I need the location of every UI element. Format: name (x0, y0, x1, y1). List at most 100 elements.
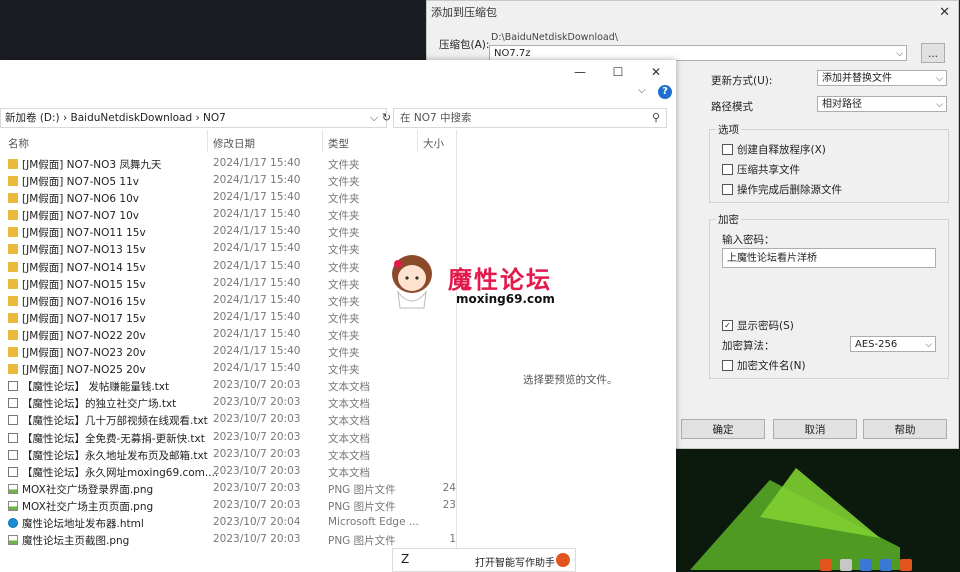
file-row[interactable]: [JM假面] NO7-NO25 20v 2024/1/17 15:40 文件夹 (0, 361, 456, 378)
encryption-method-label: 加密算法： (722, 340, 775, 352)
text-file-icon (8, 432, 18, 443)
ime-tray-icon[interactable] (820, 559, 832, 571)
encryption-group: 加密 输入密码： 上魔性论坛看片洋桥 ✓ 显示密码(S) 加密算法： AES-25… (709, 212, 949, 379)
file-row[interactable]: 魔性论坛地址发布器.html 2023/10/7 20:04 Microsoft E… (0, 515, 456, 532)
browse-button[interactable]: ... (921, 43, 945, 63)
file-name: [JM假面] NO7-NO14 15v (22, 261, 146, 274)
file-list: [JM假面] NO7-NO3 凤舞九天 2024/1/17 15:40 文件夹 [JM… (0, 156, 456, 549)
chevron-down-icon[interactable]: ⌵ (936, 71, 943, 87)
file-type: PNG 图片文件 (328, 500, 396, 513)
archive-name-combo[interactable]: NO7.7z ⌵ (489, 45, 907, 61)
refresh-icon[interactable]: ⌵ ↻ (370, 108, 391, 128)
file-row[interactable]: [JM假面] NO7-NO5 11v 2024/1/17 15:40 文件夹 (0, 173, 456, 190)
update-mode-select[interactable]: 添加并替换文件 ⌵ (817, 70, 947, 86)
file-type: 文件夹 (328, 193, 360, 206)
watermark: 魔性论坛 moxing69.com (386, 252, 558, 318)
update-mode-label: 更新方式(U): (711, 75, 773, 87)
file-row[interactable]: [JM假面] NO7-NO7 10v 2024/1/17 15:40 文件夹 (0, 207, 456, 224)
file-type: 文件夹 (328, 176, 360, 189)
column-header-type[interactable]: 类型 (328, 136, 349, 151)
column-divider[interactable] (322, 130, 323, 152)
tray-icon[interactable] (900, 559, 912, 571)
search-input[interactable]: 在 NO7 中搜索 ⚲ (393, 108, 667, 128)
close-icon[interactable]: ✕ (636, 60, 676, 84)
file-type: PNG 图片文件 (328, 535, 396, 548)
folder-icon (8, 329, 18, 340)
column-divider[interactable] (417, 130, 418, 152)
encryption-method-select[interactable]: AES-256 ⌵ (850, 336, 936, 352)
chevron-down-icon[interactable]: ⌵ (925, 337, 932, 353)
file-type: 文件夹 (328, 295, 360, 308)
file-type: 文件夹 (328, 159, 360, 171)
column-divider[interactable] (207, 130, 208, 152)
file-date: 2023/10/7 20:03 (213, 379, 301, 392)
file-row[interactable]: 【魔性论坛】全免费-无募捐-更新快.txt 2023/10/7 20:03 文本文档 (0, 430, 456, 447)
column-header-date[interactable]: 修改日期 (213, 136, 255, 151)
file-date: 2023/10/7 20:03 (213, 498, 301, 511)
checkbox-box[interactable] (722, 144, 733, 155)
file-date: 2023/10/7 20:03 (213, 464, 301, 477)
close-icon[interactable]: ✕ (939, 1, 950, 25)
checkbox-box[interactable]: ✓ (722, 320, 733, 331)
minimize-icon[interactable]: — (560, 60, 600, 84)
checkbox-box[interactable] (722, 360, 733, 371)
file-row[interactable]: [JM假面] NO7-NO11 15v 2024/1/17 15:40 文件夹 (0, 224, 456, 241)
file-row[interactable]: [JM假面] NO7-NO3 凤舞九天 2024/1/17 15:40 文件夹 (0, 156, 456, 173)
address-bar[interactable]: 新加卷 (D:) › BaiduNetdiskDownload › NO7 (0, 108, 387, 128)
file-row[interactable]: [JM假面] NO7-NO23 20v 2024/1/17 15:40 文件夹 (0, 344, 456, 361)
ime-bar[interactable]: Z 打开智能写作助手 (392, 548, 576, 572)
file-row[interactable]: 【魔性论坛】永久网址moxing69.com.... 2023/10/7 20:0… (0, 464, 456, 481)
file-row[interactable]: 【魔性论坛】永久地址发布页及邮箱.txt 2023/10/7 20:03 文本文档 (0, 447, 456, 464)
tray-icon[interactable] (860, 559, 872, 571)
column-header-name[interactable]: 名称 (8, 136, 29, 151)
file-type: 文件夹 (328, 210, 360, 223)
watermark-site: moxing69.com (456, 292, 555, 306)
file-type: 文件夹 (328, 347, 360, 360)
checkbox-box[interactable] (722, 164, 733, 175)
file-type: 文本文档 (328, 432, 370, 445)
help-button[interactable]: 帮助 (863, 419, 947, 439)
file-type: 文件夹 (328, 244, 360, 257)
shared-files-checkbox[interactable]: 压缩共享文件 (722, 162, 800, 177)
chevron-down-icon[interactable]: ⌵ (896, 46, 903, 62)
tray-icon[interactable] (880, 559, 892, 571)
encrypt-names-checkbox[interactable]: 加密文件名(N) (722, 358, 806, 373)
preview-message: 选择要预览的文件。 (523, 374, 618, 386)
checkbox-box[interactable] (722, 184, 733, 195)
file-row[interactable]: [JM假面] NO7-NO22 20v 2024/1/17 15:40 文件夹 (0, 327, 456, 344)
chevron-down-icon[interactable]: ⌵ (936, 97, 943, 113)
ime-hint[interactable]: 打开智能写作助手 (475, 554, 555, 569)
maximize-icon[interactable]: ☐ (598, 60, 638, 84)
file-row[interactable]: MOX社交广场主页页面.png 2023/10/7 20:03 PNG 图片文件 23 (0, 498, 456, 515)
file-row[interactable]: MOX社交广场登录界面.png 2023/10/7 20:03 PNG 图片文件 24 (0, 481, 456, 498)
file-type: PNG 图片文件 (328, 483, 396, 496)
file-row[interactable]: [JM假面] NO7-NO6 10v 2024/1/17 15:40 文件夹 (0, 190, 456, 207)
ok-button[interactable]: 确定 (681, 419, 765, 439)
password-input[interactable]: 上魔性论坛看片洋桥 (722, 248, 936, 268)
ime-assistant-icon[interactable] (556, 553, 570, 567)
file-row[interactable]: 【魔性论坛】 发帖赚能量钱.txt 2023/10/7 20:03 文本文档 (0, 378, 456, 395)
tray-icon[interactable] (840, 559, 852, 571)
path-mode-value: 相对路径 (822, 99, 862, 110)
path-mode-select[interactable]: 相对路径 ⌵ (817, 96, 947, 112)
file-row[interactable]: 【魔性论坛】的独立社交广场.txt 2023/10/7 20:03 文本文档 (0, 395, 456, 412)
chevron-down-icon[interactable]: ⌵ (638, 85, 646, 96)
encryption-title: 加密 (716, 212, 741, 227)
sfx-checkbox[interactable]: 创建自释放程序(X) (722, 142, 826, 157)
folder-icon (8, 364, 18, 375)
file-row[interactable]: 【魔性论坛】几十万部视频在线观看.txt 2023/10/7 20:03 文本文档 (0, 412, 456, 429)
show-password-checkbox[interactable]: ✓ 显示密码(S) (722, 318, 794, 333)
cancel-button[interactable]: 取消 (773, 419, 857, 439)
file-type: 文件夹 (328, 261, 360, 274)
folder-icon (8, 312, 18, 323)
file-date: 2024/1/17 15:40 (213, 276, 301, 289)
file-row[interactable]: 魔性论坛主页截图.png 2023/10/7 20:03 PNG 图片文件 1 (0, 532, 456, 549)
dialog-title-bar: 添加到压缩包 ✕ (427, 1, 958, 25)
file-name: MOX社交广场主页页面.png (22, 500, 154, 513)
sfx-label: 创建自释放程序(X) (737, 144, 826, 156)
help-icon[interactable]: ? (658, 85, 672, 99)
delete-after-checkbox[interactable]: 操作完成后删除源文件 (722, 182, 842, 197)
file-type: 文本文档 (328, 415, 370, 428)
column-header-size[interactable]: 大小 (423, 136, 444, 151)
folder-icon (8, 227, 18, 238)
